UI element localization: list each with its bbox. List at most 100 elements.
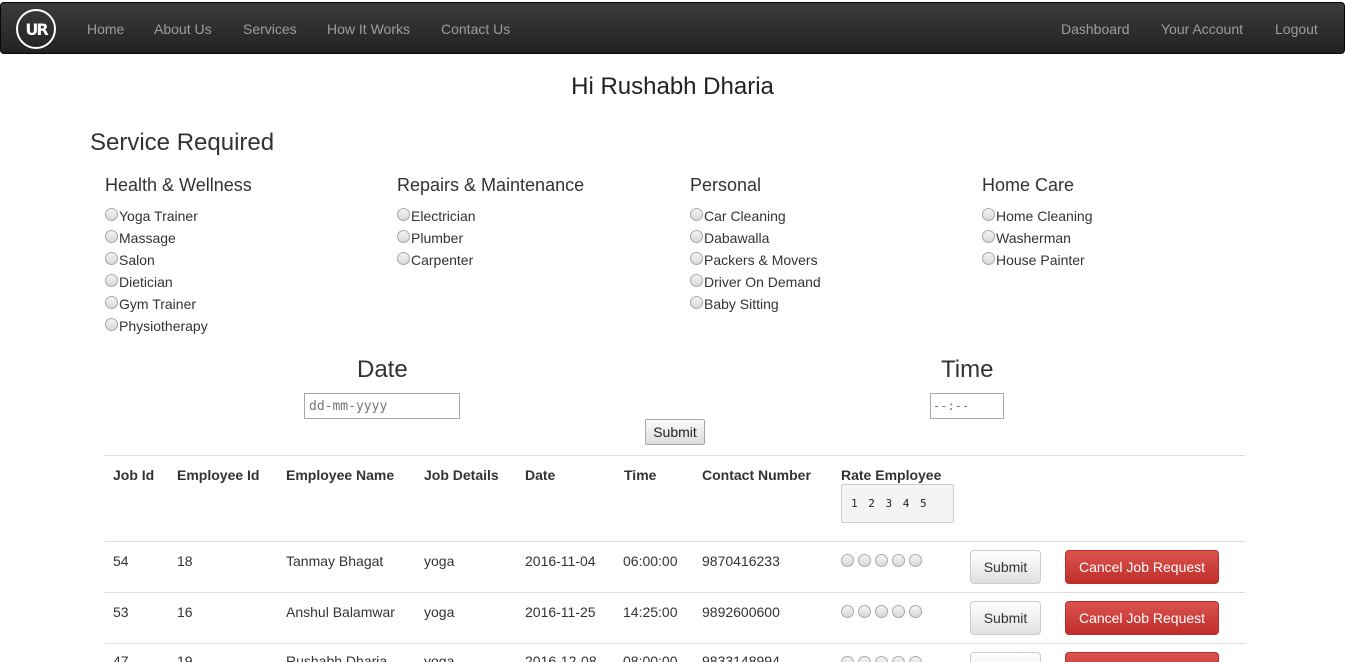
service-option[interactable]: Carpenter [397, 249, 584, 271]
service-option[interactable]: Gym Trainer [105, 293, 252, 315]
cell-job-details: yoga [424, 604, 455, 620]
rating-radio-4[interactable] [892, 605, 905, 618]
service-option[interactable]: Driver On Demand [690, 271, 821, 293]
service-label: Gym Trainer [119, 296, 197, 312]
nav-about-us[interactable]: About Us [154, 20, 212, 38]
cell-contact-number: 9892600600 [702, 604, 780, 620]
rating-radio-1[interactable] [841, 656, 854, 662]
cell-job-details: yoga [424, 653, 455, 662]
radio-button[interactable] [397, 229, 410, 243]
radio-button[interactable] [105, 295, 118, 309]
cell-date: 2016-11-25 [525, 604, 596, 620]
radio-button[interactable] [397, 207, 410, 221]
cancel-job-request-button[interactable]: Cancel Job Request [1065, 601, 1219, 635]
service-option[interactable]: Dietician [105, 271, 252, 293]
cell-job-id: 47 [113, 653, 129, 662]
greeting-heading: Hi Rushabh Dharia [571, 73, 774, 100]
radio-button[interactable] [690, 273, 703, 287]
service-option[interactable]: Home Cleaning [982, 205, 1093, 227]
radio-button[interactable] [690, 251, 703, 265]
radio-button[interactable] [690, 207, 703, 221]
nav-home[interactable]: Home [87, 20, 124, 38]
rating-radio-1[interactable] [841, 554, 854, 567]
service-option[interactable]: Packers & Movers [690, 249, 821, 271]
radio-button[interactable] [105, 229, 118, 243]
radio-button[interactable] [105, 317, 118, 331]
rating-radios [841, 656, 922, 662]
nav-contact-us[interactable]: Contact Us [441, 20, 510, 38]
cell-job-id: 53 [113, 604, 129, 620]
cell-date: 2016-12-08 [525, 653, 597, 662]
service-option[interactable]: Car Cleaning [690, 205, 821, 227]
cell-contact-number: 9833148994 [702, 653, 780, 662]
radio-button[interactable] [690, 295, 703, 309]
service-option[interactable]: House Painter [982, 249, 1093, 271]
service-option[interactable]: Physiotherapy [105, 315, 252, 337]
time-label: Time [941, 356, 994, 383]
cell-time: 14:25:00 [623, 604, 678, 620]
rating-radio-2[interactable] [858, 554, 871, 567]
service-option[interactable]: Yoga Trainer [105, 205, 252, 227]
rating-radio-1[interactable] [841, 605, 854, 618]
rating-radio-4[interactable] [892, 656, 905, 662]
cell-employee-id: 16 [177, 604, 193, 620]
category-title: Health & Wellness [105, 175, 252, 195]
cell-time: 08:00:00 [623, 653, 678, 662]
rating-radio-4[interactable] [892, 554, 905, 567]
nav-your-account[interactable]: Your Account [1161, 20, 1243, 38]
rating-radio-2[interactable] [858, 605, 871, 618]
navbar: UR Home About Us Services How It Works C… [0, 2, 1345, 54]
service-label: Massage [119, 230, 176, 246]
nav-dashboard[interactable]: Dashboard [1061, 20, 1130, 38]
service-label: Car Cleaning [704, 208, 786, 224]
radio-button[interactable] [105, 273, 118, 287]
service-option[interactable]: Plumber [397, 227, 584, 249]
cancel-job-request-button[interactable]: Cancel Job Request [1065, 550, 1219, 584]
radio-button[interactable] [982, 251, 995, 265]
cancel-job-request-button[interactable]: Cancel Job Request [1065, 652, 1219, 662]
row-submit-button[interactable]: Submit [970, 652, 1041, 662]
cell-job-details: yoga [424, 553, 455, 569]
rating-radio-5[interactable] [909, 605, 922, 618]
rating-radio-3[interactable] [875, 656, 888, 662]
service-label: Home Cleaning [996, 208, 1093, 224]
logo[interactable]: UR [16, 9, 56, 49]
time-input[interactable] [930, 393, 1004, 419]
rating-radio-3[interactable] [875, 554, 888, 567]
radio-button[interactable] [690, 229, 703, 243]
rating-radio-3[interactable] [875, 605, 888, 618]
nav-logout[interactable]: Logout [1275, 20, 1318, 38]
service-option[interactable]: Massage [105, 227, 252, 249]
service-option[interactable]: Baby Sitting [690, 293, 821, 315]
service-label: Carpenter [411, 252, 474, 268]
row-submit-button[interactable]: Submit [970, 550, 1041, 584]
radio-button[interactable] [982, 229, 995, 243]
submit-button[interactable]: Submit [645, 419, 705, 445]
radio-button[interactable] [105, 251, 118, 265]
radio-button[interactable] [982, 207, 995, 221]
service-option[interactable]: Dabawalla [690, 227, 821, 249]
date-input[interactable] [304, 393, 460, 419]
row-submit-button[interactable]: Submit [970, 601, 1041, 635]
rate-options-select[interactable]: 1 2 3 4 5 [841, 484, 954, 523]
cell-date: 2016-11-04 [525, 553, 596, 569]
rating-radio-2[interactable] [858, 656, 871, 662]
rating-radio-5[interactable] [909, 554, 922, 567]
service-label: House Painter [996, 252, 1085, 268]
header-job-id: Job Id [113, 467, 155, 483]
nav-services[interactable]: Services [243, 20, 297, 38]
cell-employee-id: 18 [177, 553, 193, 569]
category-health-wellness: Health & Wellness Yoga Trainer Massage S… [105, 174, 252, 337]
service-option[interactable]: Salon [105, 249, 252, 271]
cell-job-id: 54 [113, 553, 129, 569]
nav-how-it-works[interactable]: How It Works [327, 20, 410, 38]
radio-button[interactable] [105, 207, 118, 221]
service-option[interactable]: Washerman [982, 227, 1093, 249]
service-label: Dabawalla [704, 230, 770, 246]
rating-radio-5[interactable] [909, 656, 922, 662]
service-option[interactable]: Electrician [397, 205, 584, 227]
header-job-details: Job Details [424, 467, 499, 483]
radio-button[interactable] [397, 251, 410, 265]
category-title: Repairs & Maintenance [397, 175, 585, 195]
section-title: Service Required [90, 129, 275, 156]
